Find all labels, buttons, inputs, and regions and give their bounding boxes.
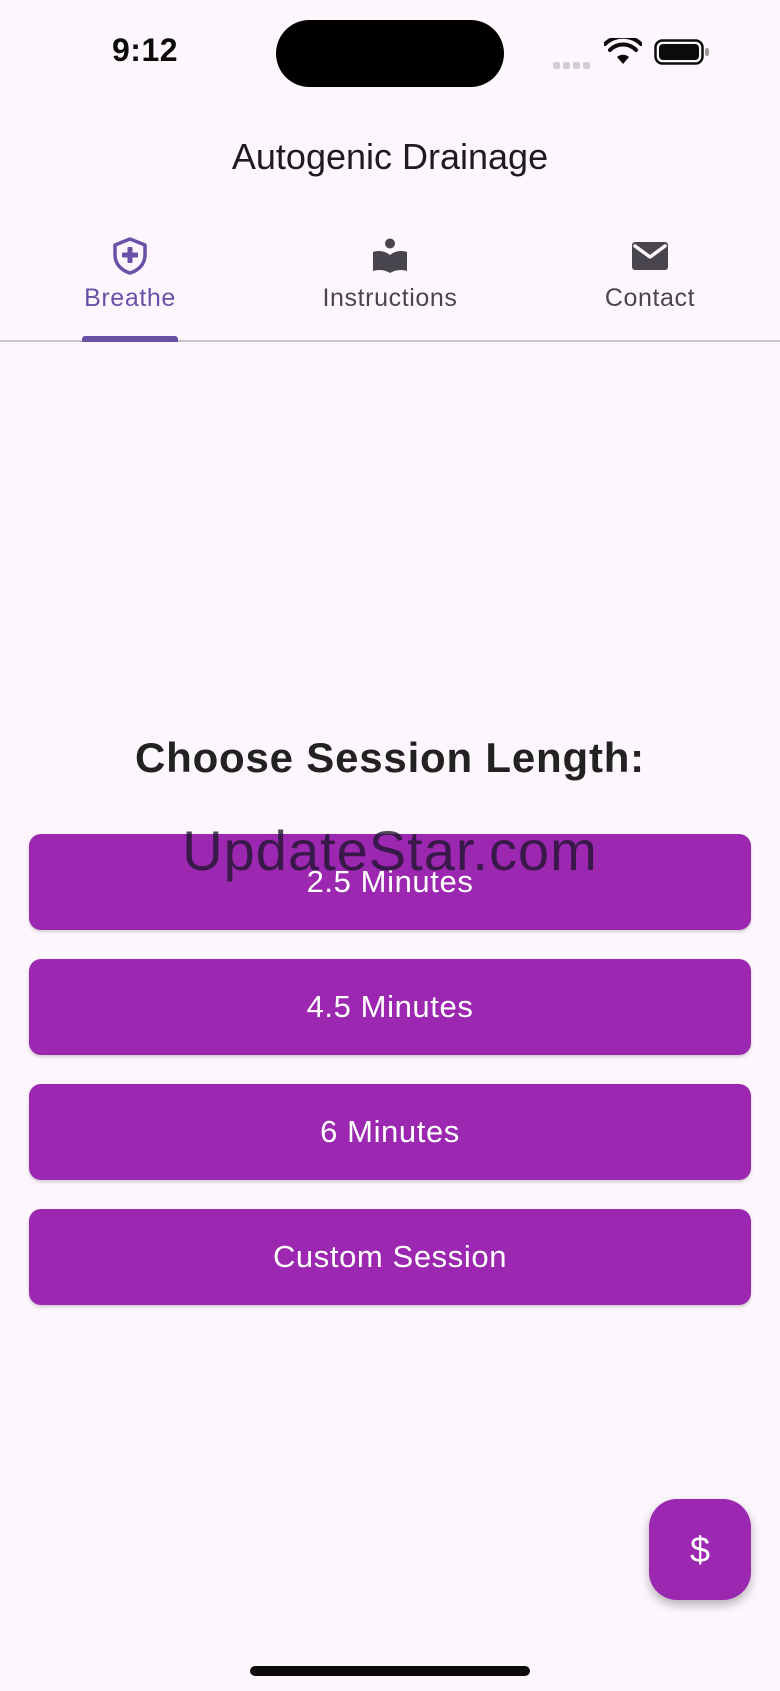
tab-contact[interactable]: Contact xyxy=(520,228,780,340)
session-6-minutes-button[interactable]: 6 Minutes xyxy=(29,1084,751,1180)
tab-instructions[interactable]: Instructions xyxy=(260,228,520,340)
active-tab-indicator xyxy=(82,336,178,342)
tab-label-contact: Contact xyxy=(604,284,696,312)
status-bar: 9:12 xyxy=(0,0,780,110)
tab-bar: Breathe Instructions Contact xyxy=(0,228,780,342)
status-time: 9:12 xyxy=(112,32,179,68)
session-2-5-minutes-button[interactable]: 2.5 Minutes xyxy=(29,834,751,930)
dynamic-island xyxy=(276,20,504,87)
signal-icon xyxy=(553,56,593,69)
wifi-icon xyxy=(604,38,642,64)
reading-book-icon xyxy=(373,238,407,273)
session-4-5-minutes-button[interactable]: 4.5 Minutes xyxy=(29,959,751,1055)
battery-icon xyxy=(654,39,709,65)
health-shield-icon xyxy=(113,237,147,275)
tab-label-breathe: Breathe xyxy=(84,284,176,312)
tab-breathe[interactable]: Breathe xyxy=(0,228,260,342)
home-indicator[interactable] xyxy=(250,1666,530,1676)
dollar-icon: $ xyxy=(689,1528,711,1570)
app-screen: 9:12 Autogenic Drainage Breathe Instruct… xyxy=(0,0,780,1691)
session-length-heading: Choose Session Length: xyxy=(135,734,645,781)
app-title: Autogenic Drainage xyxy=(231,136,549,177)
tab-label-instructions: Instructions xyxy=(322,284,458,312)
custom-session-button[interactable]: Custom Session xyxy=(29,1209,751,1305)
donate-fab-button[interactable]: $ xyxy=(649,1499,751,1600)
mail-icon xyxy=(632,242,668,270)
